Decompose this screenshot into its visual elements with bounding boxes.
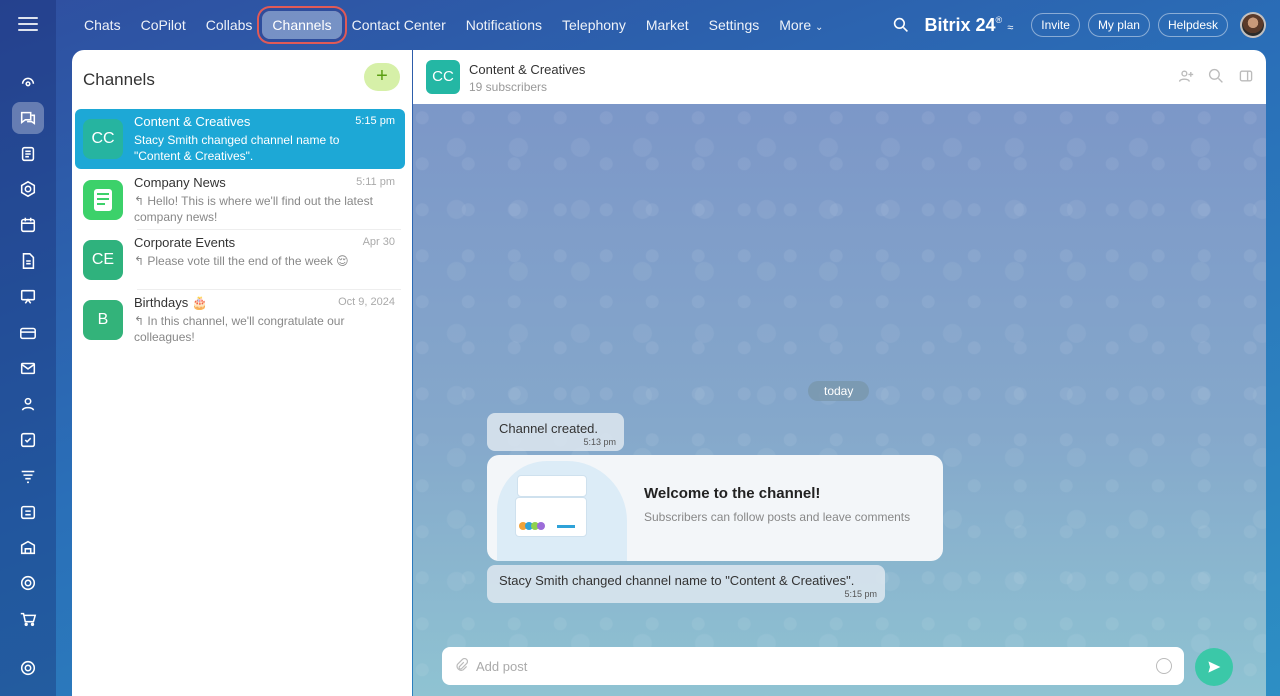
- post-composer: [442, 647, 1184, 685]
- board-icon[interactable]: [12, 281, 44, 313]
- brand-mark: ®: [995, 14, 1003, 25]
- nav-copilot[interactable]: CoPilot: [131, 11, 196, 39]
- channel-time: Apr 30: [362, 236, 395, 248]
- settings-icon[interactable]: [12, 652, 44, 684]
- add-user-icon[interactable]: [1178, 68, 1194, 84]
- nav-more-label: More: [779, 17, 812, 33]
- emoji-icon[interactable]: [1156, 658, 1172, 674]
- channel-last-message: ↰ In this channel, we'll congratulate ou…: [134, 314, 345, 344]
- channel-name: Content & Creatives: [134, 114, 251, 129]
- nav-telephony[interactable]: Telephony: [552, 11, 636, 39]
- channel-last-message: ↰ Hello! This is where we'll find out th…: [134, 194, 373, 224]
- channel-item[interactable]: B Birthdays 🎂 Oct 9, 2024 ↰ In this chan…: [75, 290, 405, 350]
- channel-time: 5:15 pm: [355, 115, 395, 127]
- filter-icon[interactable]: [12, 460, 44, 492]
- helpdesk-button[interactable]: Helpdesk: [1157, 13, 1228, 37]
- schedule-icon[interactable]: [12, 496, 44, 528]
- channel-last-message: Stacy Smith changed channel name to "Con…: [134, 133, 340, 163]
- sliders-icon: ≈: [1007, 21, 1014, 34]
- panel-title: Channels: [83, 70, 155, 89]
- message-time: 5:13 pm: [583, 437, 616, 447]
- my-plan-button[interactable]: My plan: [1087, 13, 1150, 37]
- nav-right: Bitrix 24® ≈ Invite My plan Helpdesk: [893, 0, 1266, 50]
- post-input[interactable]: [476, 655, 1116, 677]
- cart-icon[interactable]: [12, 603, 44, 635]
- check-icon[interactable]: [12, 424, 44, 456]
- date-divider: today: [808, 381, 870, 401]
- channel-avatar: CC: [83, 119, 123, 159]
- nav-market[interactable]: Market: [636, 11, 699, 39]
- brand-name: Bitrix 24: [924, 14, 996, 35]
- welcome-card: Welcome to the channel! Subscribers can …: [487, 455, 943, 561]
- channel-name: Company News: [134, 175, 226, 190]
- add-channel-button[interactable]: +: [364, 63, 400, 91]
- chat-title[interactable]: Content & Creatives: [469, 62, 585, 77]
- chat-messages-area: today Channel created. 5:13 pm Welcome t…: [413, 104, 1266, 696]
- target-icon[interactable]: [12, 567, 44, 599]
- illustration-bar: [557, 525, 575, 528]
- channel-item[interactable]: CC Content & Creatives 5:15 pm Stacy Smi…: [75, 109, 405, 169]
- channel-last-message: ↰ Please vote till the end of the week 😌: [134, 254, 349, 268]
- chat-header: CC Content & Creatives 19 subscribers: [413, 50, 1266, 104]
- nav-settings[interactable]: Settings: [699, 11, 770, 39]
- channel-time: 5:11 pm: [356, 176, 395, 188]
- channel-avatar: B: [83, 300, 123, 340]
- send-icon: [1208, 661, 1221, 673]
- hexagon-icon[interactable]: [12, 173, 44, 205]
- chat-avatar[interactable]: CC: [426, 60, 460, 94]
- channel-name: Birthdays 🎂: [134, 295, 208, 310]
- invite-button[interactable]: Invite: [1031, 13, 1080, 37]
- document-icon[interactable]: [12, 245, 44, 277]
- send-button[interactable]: [1195, 648, 1233, 686]
- message-text: Stacy Smith changed channel name to "Con…: [499, 573, 855, 588]
- channel-name: Corporate Events: [134, 235, 236, 250]
- search-icon[interactable]: [893, 17, 909, 33]
- nav-chats[interactable]: Chats: [74, 11, 131, 39]
- channels-panel: Channels + CC Content & Creatives 5:15 p…: [72, 50, 412, 696]
- calendar-icon[interactable]: [12, 209, 44, 241]
- avatar[interactable]: [1240, 12, 1266, 38]
- nav-contact-center[interactable]: Contact Center: [342, 11, 456, 39]
- feed-icon[interactable]: [12, 138, 44, 170]
- illustration-card: [515, 497, 587, 537]
- team-icon[interactable]: [12, 388, 44, 420]
- chevron-down-icon: ⌄: [815, 22, 824, 33]
- card-icon[interactable]: [12, 317, 44, 349]
- channel-avatar: CE: [83, 240, 123, 280]
- channel-item[interactable]: CE Corporate Events Apr 30 ↰ Please vote…: [75, 230, 405, 290]
- illustration-card: [517, 475, 587, 497]
- channel-time: Oct 9, 2024: [338, 296, 395, 308]
- message-bubble[interactable]: Stacy Smith changed channel name to "Con…: [487, 565, 885, 603]
- activity-icon[interactable]: [12, 66, 44, 98]
- attach-icon[interactable]: [454, 657, 469, 672]
- top-navigation: Chats CoPilot Collabs Channels Contact C…: [56, 0, 1280, 50]
- search-icon[interactable]: [1208, 68, 1224, 84]
- nav-more[interactable]: More ⌄: [769, 11, 833, 39]
- nav-channels[interactable]: Channels: [262, 11, 342, 39]
- news-icon: [83, 180, 123, 220]
- illustration-dot: [537, 522, 545, 530]
- menu-icon[interactable]: [18, 14, 38, 34]
- store-icon[interactable]: [12, 531, 44, 563]
- sidebar-toggle-icon[interactable]: [1238, 68, 1254, 84]
- nav-notifications[interactable]: Notifications: [456, 11, 552, 39]
- header-actions: [1164, 68, 1254, 84]
- welcome-subtitle: Subscribers can follow posts and leave c…: [644, 510, 911, 524]
- message-time: 5:15 pm: [844, 589, 877, 599]
- message-text: Channel created.: [499, 421, 599, 436]
- welcome-title: Welcome to the channel!: [644, 485, 821, 502]
- left-rail: [0, 0, 56, 696]
- brand-logo[interactable]: Bitrix 24® ≈: [925, 15, 1014, 36]
- channel-item[interactable]: Company News 5:11 pm ↰ Hello! This is wh…: [75, 170, 405, 230]
- mail-icon[interactable]: [12, 352, 44, 384]
- nav-collabs[interactable]: Collabs: [196, 11, 263, 39]
- message-bubble[interactable]: Channel created. 5:13 pm: [487, 413, 624, 451]
- chat-icon[interactable]: [12, 102, 44, 134]
- subscriber-count[interactable]: 19 subscribers: [469, 80, 547, 94]
